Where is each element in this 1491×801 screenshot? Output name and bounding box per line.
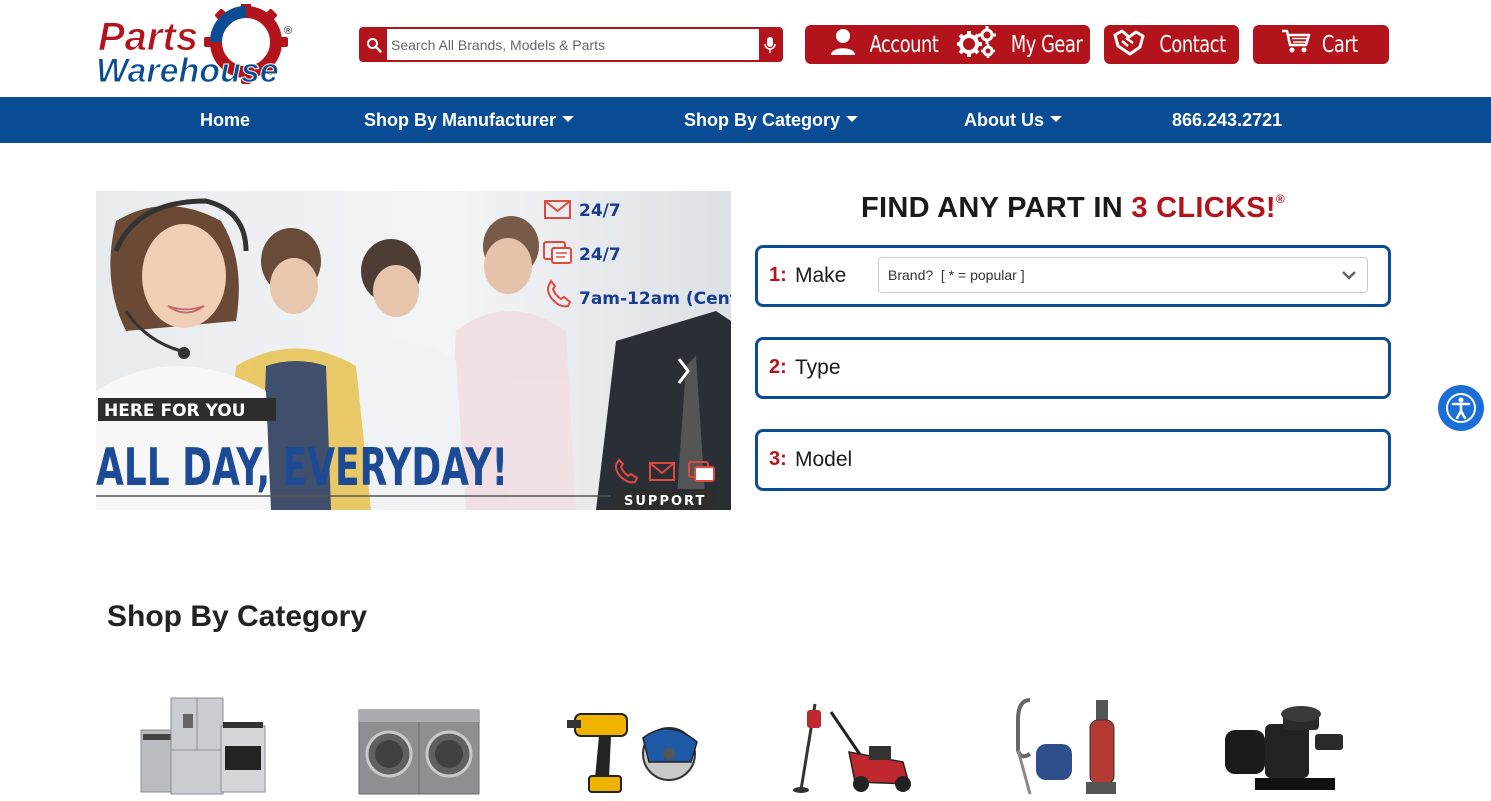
- caret-down-icon: [1050, 116, 1062, 123]
- gears-icon: [955, 25, 997, 64]
- chat-hours: 24/7: [579, 245, 621, 265]
- category-appliances[interactable]: [135, 690, 275, 796]
- cart-button[interactable]: Cart: [1253, 25, 1389, 64]
- my-gear-label: My Gear: [1010, 31, 1083, 58]
- nav-home[interactable]: Home: [200, 97, 250, 143]
- caret-down-icon: [562, 116, 575, 123]
- phone-hours: 7am-12am (Central): [579, 289, 731, 309]
- user-icon: [830, 28, 856, 62]
- logo-text-warehouse: Warehouse: [96, 52, 279, 86]
- nav-phone-number[interactable]: 866.243.2721: [1172, 97, 1282, 143]
- cart-label: Cart: [1322, 31, 1358, 58]
- washer-dryer-icon: [358, 709, 480, 795]
- nav-manufacturer-label: Shop By Manufacturer: [364, 110, 557, 130]
- account-label: Account: [869, 31, 939, 58]
- finder-step-type[interactable]: 2: Type: [755, 337, 1391, 399]
- account-button[interactable]: Account: [805, 25, 969, 64]
- category-lawn-garden[interactable]: [785, 690, 925, 796]
- tagline-small: HERE FOR YOU: [104, 401, 246, 421]
- search-bar: [359, 27, 783, 62]
- my-gear-button[interactable]: My Gear: [955, 25, 1090, 64]
- step-label: Type: [795, 356, 841, 379]
- email-hours: 24/7: [579, 201, 621, 221]
- finder-step-make: 1: Make Brand? [ * = popular ]: [755, 245, 1391, 307]
- lawn-garden-icon: [793, 703, 911, 793]
- category-power-tools[interactable]: [565, 690, 705, 796]
- step-number: 1:: [769, 264, 787, 286]
- contact-label: Contact: [1159, 31, 1226, 58]
- vacuum-icon: [1016, 698, 1116, 795]
- finder-title-mark: ®: [1275, 192, 1286, 206]
- step-number: 3:: [769, 448, 787, 470]
- contact-button[interactable]: Contact: [1104, 25, 1239, 64]
- logo-registered-mark: ®: [284, 25, 292, 37]
- category-washer-dryer[interactable]: [353, 690, 493, 796]
- finder-title-prefix: FIND ANY PART IN: [860, 192, 1132, 224]
- main-nav: Home Shop By Manufacturer Shop By Catego…: [0, 97, 1491, 143]
- support-label: SUPPORT: [624, 494, 706, 509]
- finder-title: FIND ANY PART IN 3 CLICKS!®: [756, 192, 1390, 225]
- nav-shop-by-manufacturer[interactable]: Shop By Manufacturer: [364, 97, 575, 143]
- step-number: 2:: [769, 356, 787, 378]
- nav-category-label: Shop By Category: [684, 110, 841, 130]
- site-header: Parts Warehouse ® Account My Gear: [0, 0, 1491, 97]
- shop-by-category-heading: Shop By Category: [107, 600, 368, 633]
- appliances-icon: [140, 697, 266, 795]
- microphone-icon[interactable]: [759, 29, 781, 60]
- finder-step-model[interactable]: 3: Model: [755, 429, 1391, 491]
- brand-select[interactable]: Brand? [ * = popular ]: [878, 257, 1368, 293]
- step-label: Model: [795, 448, 853, 471]
- search-input[interactable]: [387, 29, 759, 60]
- caret-down-icon: [846, 116, 859, 123]
- pool-pump-icon: [1225, 706, 1343, 790]
- parts-warehouse-logo[interactable]: Parts Warehouse ®: [96, 0, 296, 91]
- category-pool-spa[interactable]: [1215, 690, 1355, 796]
- handshake-phone-icon: [1112, 27, 1146, 63]
- tagline-big: ALL DAY, EVERYDAY!: [96, 438, 508, 498]
- brand-select-value: Brand? [ * = popular ]: [888, 267, 1025, 283]
- chevron-down-icon: [1342, 271, 1356, 280]
- category-vacuums[interactable]: [1000, 690, 1140, 796]
- search-icon[interactable]: [361, 29, 387, 60]
- cart-icon: [1281, 29, 1311, 61]
- nav-about-label: About Us: [964, 110, 1044, 130]
- finder-title-highlight: 3 CLICKS!: [1131, 192, 1276, 224]
- accessibility-icon[interactable]: [1438, 385, 1484, 431]
- nav-shop-by-category[interactable]: Shop By Category: [684, 97, 859, 143]
- power-tools-icon: [567, 713, 698, 793]
- nav-about-us[interactable]: About Us: [964, 97, 1062, 143]
- step-label: Make: [795, 264, 847, 287]
- support-banner[interactable]: 24/7 24/7 7am-12am (Central) HERE FOR YO…: [96, 191, 731, 510]
